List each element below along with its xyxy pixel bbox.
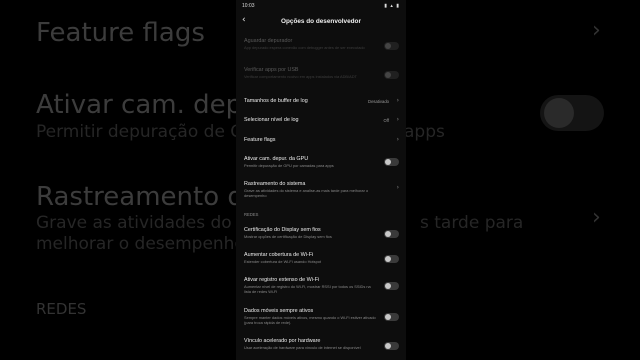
- status-icons: ▮ ▴ ▮: [384, 3, 400, 9]
- bg-gpu-subtitle-tail: apps: [404, 122, 445, 142]
- setting-title: Vínculo acelerado por hardware: [244, 338, 321, 344]
- gpu-debug-toggle[interactable]: [384, 158, 399, 166]
- chevron-right-icon: ›: [396, 136, 399, 143]
- setting-title: Aumentar cobertura de Wi-Fi: [244, 252, 314, 258]
- hardware-tethering-toggle[interactable]: [384, 342, 399, 350]
- setting-title: Ativar registro extenso de Wi-Fi: [244, 277, 320, 283]
- setting-log-buffer-size[interactable]: Tamanhos de buffer de log Desativado ›: [244, 97, 399, 104]
- setting-value: Desativado: [368, 99, 389, 104]
- phone-screen: 10:03 ▮ ▴ ▮ ‹ Opções do desenvolvedor Ag…: [236, 0, 406, 360]
- setting-wifi-coverage[interactable]: Aumentar cobertura de Wi-Fi Estender cob…: [244, 252, 399, 264]
- bg-feature-flags: Feature flags: [36, 18, 205, 48]
- setting-subtitle: Verificar comportamento nocivo em apps i…: [244, 74, 357, 79]
- mobile-data-toggle[interactable]: [384, 313, 399, 321]
- bg-chevron-icon: ›: [592, 18, 601, 43]
- wifi-verbose-toggle[interactable]: [384, 282, 399, 290]
- setting-wifi-verbose-logging[interactable]: Ativar registro extenso de Wi-Fi Aumenta…: [244, 277, 399, 294]
- setting-title: Selecionar nível de log: [244, 117, 299, 123]
- section-header-redes: REDES: [244, 212, 259, 217]
- setting-subtitle: Usar aceleração de hardware para vínculo…: [244, 345, 361, 350]
- setting-gpu-debug-layers[interactable]: Ativar cam. depur. da GPU Permitir depur…: [244, 156, 399, 168]
- setting-feature-flags[interactable]: Feature flags ›: [244, 136, 399, 143]
- setting-subtitle: Aumentar nível de registro do Wi-Fi, mos…: [244, 284, 371, 294]
- wireless-display-toggle[interactable]: [384, 230, 399, 238]
- bg-trace-subtitle-line2: melhorar o desempenho: [36, 234, 245, 254]
- setting-subtitle: Grave as atividades do sistema e analise…: [244, 188, 369, 198]
- chevron-right-icon: ›: [396, 184, 399, 191]
- setting-subtitle: Sempre manter dados móveis ativos, mesmo…: [244, 315, 376, 325]
- page-title: Opções do desenvolvedor: [281, 18, 361, 25]
- setting-subtitle: Mostrar opções de certificação de Displa…: [244, 234, 332, 239]
- setting-title: Ativar cam. depur. da GPU: [244, 156, 309, 162]
- app-bar: ‹ Opções do desenvolvedor: [236, 14, 406, 32]
- setting-title: Verificar apps por USB: [244, 67, 299, 73]
- chevron-right-icon: ›: [396, 97, 399, 104]
- setting-title: Certificação do Display sem fios: [244, 227, 321, 233]
- setting-wireless-display-cert[interactable]: Certificação do Display sem fios Mostrar…: [244, 227, 399, 239]
- setting-title: Aguardar depurador: [244, 38, 293, 44]
- setting-subtitle: Estender cobertura de Wi-Fi usando Hotsp…: [244, 259, 321, 264]
- setting-title: Feature flags: [244, 137, 276, 143]
- wifi-coverage-toggle[interactable]: [384, 255, 399, 263]
- bg-trace-subtitle-tail: s tarde para: [420, 213, 524, 233]
- chevron-right-icon: ›: [396, 116, 399, 123]
- bg-trace-subtitle: Grave as atividades do sis: [36, 213, 260, 233]
- bg-section-redes: REDES: [36, 300, 87, 318]
- status-time: 10:03: [242, 3, 255, 9]
- setting-subtitle: Permitir depuração de GPU por camadas pa…: [244, 163, 334, 168]
- verify-usb-toggle[interactable]: [384, 71, 399, 79]
- setting-system-tracing[interactable]: Rastreamento do sistema Grave as ativida…: [244, 181, 399, 198]
- setting-log-level[interactable]: Selecionar nível de log Off ›: [244, 116, 399, 123]
- setting-wait-debugger[interactable]: Aguardar depurador App depurado espera c…: [244, 38, 399, 50]
- setting-subtitle: App depurado espera conexão com debugger…: [244, 45, 365, 50]
- bg-chevron-icon: ›: [592, 205, 601, 230]
- wait-debugger-toggle[interactable]: [384, 42, 399, 50]
- setting-verify-usb-apps[interactable]: Verificar apps por USB Verificar comport…: [244, 67, 399, 79]
- setting-title: Dados móveis sempre ativos: [244, 308, 314, 314]
- bg-toggle: [540, 95, 604, 131]
- setting-hardware-tethering[interactable]: Vínculo acelerado por hardware Usar acel…: [244, 338, 399, 350]
- setting-mobile-data-always-on[interactable]: Dados móveis sempre ativos Sempre manter…: [244, 308, 399, 325]
- setting-value: Off: [383, 118, 389, 123]
- status-bar: 10:03 ▮ ▴ ▮: [236, 0, 406, 12]
- bg-gpu-subtitle: Permitir depuração de GP: [36, 122, 254, 142]
- setting-title: Rastreamento do sistema: [244, 181, 306, 187]
